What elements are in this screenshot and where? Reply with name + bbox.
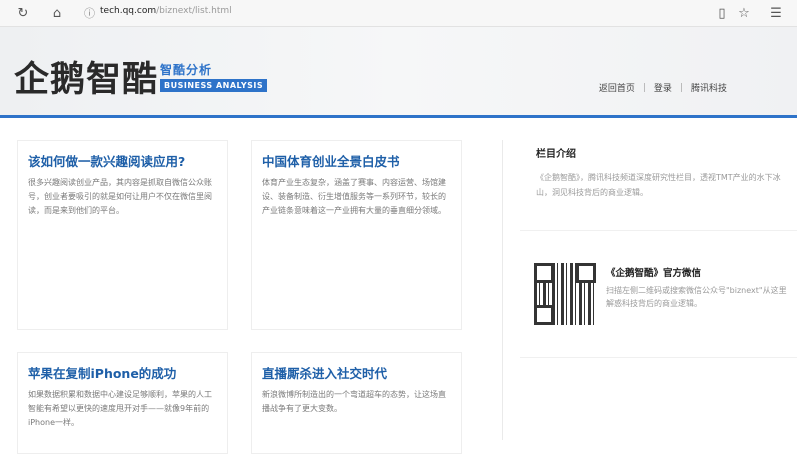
- article-title[interactable]: 苹果在复制iPhone的成功: [28, 363, 227, 382]
- article-title[interactable]: 该如何做一款兴趣阅读应用?: [28, 151, 227, 170]
- header-nav: 返回首页 | 登录 | 腾讯科技: [599, 81, 727, 95]
- nav-home-link[interactable]: 返回首页: [599, 81, 635, 94]
- sidebar-divider: [520, 230, 797, 231]
- nav-login-link[interactable]: 登录: [654, 81, 672, 94]
- sidebar-divider: [520, 357, 797, 358]
- wechat-text: 扫描左侧二维码或搜索微信公众号"biznext"从这里解惑科技背后的商业逻辑。: [606, 286, 787, 308]
- article-card[interactable]: 直播厮杀进入社交时代 新浪微博所制造出的一个弯道超车的态势，让这场直播战争有了更…: [251, 352, 462, 454]
- article-summary: 如果数据积累和数据中心建设足够顺利，苹果的人工智能有希望以更快的速度甩开对手——…: [28, 390, 212, 427]
- column-divider: [502, 140, 503, 440]
- logo-subtitle: 智酷分析: [160, 63, 213, 77]
- info-icon[interactable]: ⓘ: [84, 5, 95, 21]
- reload-icon[interactable]: ↻: [14, 4, 32, 22]
- logo-english: BUSINESS ANALYSIS: [160, 79, 268, 92]
- column-intro-title: 栏目介绍: [536, 149, 576, 160]
- browser-toolbar: ↻ ⌂ ⓘ tech.qq.com/biznext/list.html ▯ ☆ …: [0, 0, 797, 27]
- article-title[interactable]: 中国体育创业全景白皮书: [262, 151, 461, 170]
- wechat-title: 《企鹅智酷》官方微信: [606, 268, 702, 279]
- url-path: /biznext/list.html: [156, 6, 232, 16]
- article-card[interactable]: 中国体育创业全景白皮书 体育产业生态复杂，涵盖了赛事、内容运营、场馆建设、装备制…: [251, 140, 462, 330]
- favorite-star-icon[interactable]: ☆: [735, 4, 753, 22]
- article-summary: 新浪微博所制造出的一个弯道超车的态势，让这场直播战争有了更大变数。: [262, 390, 446, 413]
- column-intro-text: 《企鹅智酷》，腾讯科技频道深度研究性栏目，透视TMT产业的水下冰山，洞见科技背后…: [536, 173, 781, 197]
- qr-finder-pattern: [534, 305, 554, 325]
- wechat-qr-code: [534, 263, 596, 325]
- site-header: 企鹅智酷 智酷分析 BUSINESS ANALYSIS 返回首页 | 登录 | …: [0, 27, 797, 118]
- nav-separator: |: [679, 82, 683, 93]
- favorites-list-icon[interactable]: ☰: [767, 4, 785, 22]
- home-icon[interactable]: ⌂: [48, 4, 66, 22]
- article-summary: 很多兴趣阅读创业产品，其内容是抓取自微信公众账号，创业者要吸引的就是如何让用户不…: [28, 178, 212, 215]
- address-bar[interactable]: tech.qq.com/biznext/list.html: [100, 6, 232, 16]
- reading-view-icon[interactable]: ▯: [713, 4, 731, 22]
- article-summary: 体育产业生态复杂，涵盖了赛事、内容运营、场馆建设、装备制造、衍生增值服务等一系列…: [262, 178, 446, 215]
- article-card[interactable]: 该如何做一款兴趣阅读应用? 很多兴趣阅读创业产品，其内容是抓取自微信公众账号，创…: [17, 140, 228, 330]
- site-logo[interactable]: 企鹅智酷: [14, 51, 158, 102]
- nav-separator: |: [642, 82, 646, 93]
- nav-tencent-tech-link[interactable]: 腾讯科技: [691, 81, 727, 94]
- url-host: tech.qq.com: [100, 6, 157, 16]
- article-title[interactable]: 直播厮杀进入社交时代: [262, 363, 461, 382]
- article-card[interactable]: 苹果在复制iPhone的成功 如果数据积累和数据中心建设足够顺利，苹果的人工智能…: [17, 352, 228, 454]
